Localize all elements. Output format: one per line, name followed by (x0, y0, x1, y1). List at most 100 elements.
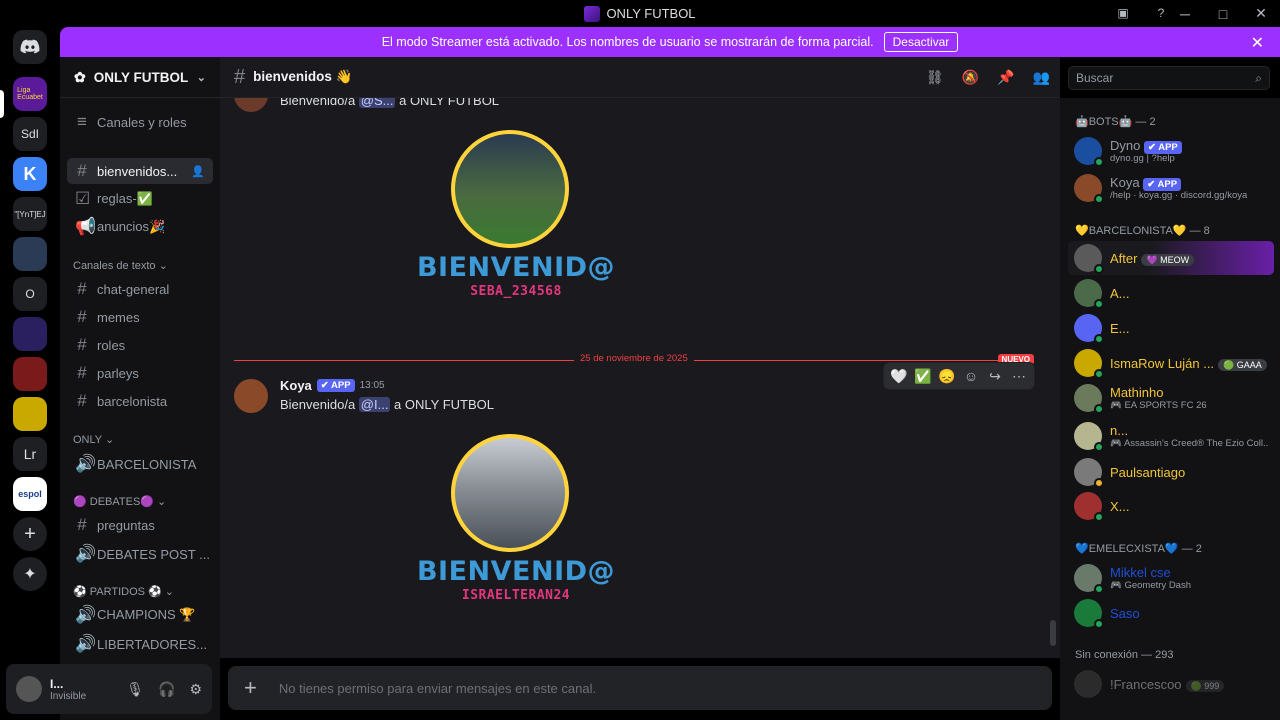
channel-title: bienvenidos 👋 (253, 69, 353, 84)
avatar[interactable] (234, 98, 268, 112)
streamer-mode-banner: El modo Streamer está activado. Los nomb… (60, 27, 1280, 57)
member-list: 🤖BOTS🤖 — 2 Dyno ✔ APP dyno.gg | ?help Koy… (1060, 98, 1280, 720)
member-mathinho[interactable]: Mathinho 🎮 EA SPORTS FC 26 (1068, 381, 1274, 415)
member-ismarow[interactable]: IsmaRow Luján ... 🟢 GAAA (1068, 346, 1274, 380)
hash-icon: # (234, 65, 246, 88)
server-sdi[interactable]: SdI (13, 117, 47, 151)
member-x[interactable]: X... (1068, 489, 1274, 523)
search-input[interactable]: Buscar ⌕ (1068, 66, 1270, 90)
avatar[interactable] (16, 676, 42, 702)
rules-icon: ☑ (75, 189, 91, 208)
sad-reaction-icon[interactable]: 😞 (938, 368, 956, 385)
message-list[interactable]: Bienvenido/a @S... a ONLY FUTBOL BIENVEN… (220, 98, 1060, 658)
search-placeholder: Buscar (1076, 71, 1114, 85)
member-n[interactable]: n... 🎮 Assassin's Creed® The Ezio Coll... (1068, 419, 1274, 453)
voice-channel-champions[interactable]: 🔊 CHAMPIONS 🏆 (67, 602, 213, 628)
window-title-text: ONLY FUTBOL (606, 6, 696, 21)
forward-icon[interactable]: ↪ (986, 368, 1004, 385)
server-avatar-2[interactable] (13, 317, 47, 351)
disable-streamer-button[interactable]: Desactivar (883, 32, 959, 52)
avatar[interactable] (234, 379, 268, 413)
more-icon[interactable]: ⋯ (1010, 368, 1028, 385)
list-icon: ≡ (77, 112, 87, 131)
channel-anuncios[interactable]: 📢 anuncios🎉 (67, 214, 213, 240)
channel-roles[interactable]: # roles (67, 332, 213, 358)
server-ynt[interactable]: "[YnT]EJ (13, 197, 47, 231)
streamer-mode-text: El modo Streamer está activado. Los nomb… (381, 35, 874, 49)
server-avatar-3[interactable] (13, 357, 47, 391)
server-k-icon[interactable]: K (13, 157, 47, 191)
welcome-image[interactable]: BIENVENID@ SEBA_234568 (406, 130, 626, 310)
gear-icon[interactable]: ⚙ (189, 681, 202, 698)
close-icon[interactable]: ✕ (1251, 33, 1264, 53)
member-dyno[interactable]: Dyno ✔ APP dyno.gg | ?help (1068, 134, 1274, 168)
add-server-icon[interactable]: + (13, 517, 47, 551)
avatar (1074, 244, 1104, 274)
explore-compass-icon[interactable]: ✦ (13, 557, 47, 591)
server-avatar-4[interactable] (13, 397, 47, 431)
composer-placeholder: No tienes permiso para enviar mensajes e… (278, 680, 597, 696)
server-lr[interactable]: Lr (13, 437, 47, 471)
add-reaction-icon[interactable]: ☺ (962, 368, 980, 384)
guild-header[interactable]: ✿ ONLY FUTBOL ⌄ (60, 57, 220, 98)
close-window-button[interactable]: ✕ (1242, 5, 1280, 22)
channel-chat-general[interactable]: # chat-general (67, 276, 213, 302)
channel-parleys[interactable]: # parleys (67, 360, 213, 386)
category-only[interactable]: ONLY ⌄ (73, 433, 114, 446)
member-mikkel[interactable]: Mikkel cse 🎮 Geometry Dash (1068, 561, 1274, 595)
plus-icon[interactable]: + (244, 675, 257, 701)
user-mention[interactable]: @I... (358, 397, 391, 412)
server-liga-ecuabet[interactable]: Liga Ecuabet (13, 77, 47, 111)
member-after[interactable]: After 💜 MEOW (1068, 241, 1274, 275)
avatar (1074, 384, 1104, 414)
member-koya[interactable]: Koya ✔ APP/help · koya.gg · discord.gg/k… (1068, 171, 1274, 205)
voice-channel-debates-post[interactable]: 🔊 DEBATES POST ... (67, 541, 213, 567)
user-name: I... (50, 676, 64, 691)
channel-barcelonista[interactable]: # barcelonista (67, 388, 213, 414)
server-avatar-1[interactable] (13, 237, 47, 271)
avatar (1074, 564, 1104, 594)
online-status (1094, 299, 1104, 309)
member-list-icon[interactable]: 👥 (1033, 69, 1050, 86)
message-composer[interactable]: + No tienes permiso para enviar mensajes… (228, 666, 1052, 710)
discord-home-icon[interactable] (13, 30, 47, 64)
window-titlebar: ONLY FUTBOL ▣ ? ─ □ ✕ (0, 0, 1280, 27)
user-mention[interactable]: @S... (358, 98, 396, 108)
maximize-button[interactable]: □ (1204, 6, 1242, 22)
server-espol[interactable]: espol (13, 477, 47, 511)
pin-icon[interactable]: 📌 (997, 69, 1014, 86)
inbox-icon[interactable]: ▣ (1114, 4, 1132, 22)
check-reaction-icon[interactable]: ✅ (914, 368, 932, 385)
member-saso[interactable]: Saso (1068, 596, 1274, 630)
voice-channel-barcelonista[interactable]: 🔊 BARCELONISTA (67, 451, 213, 477)
author-name[interactable]: Koya (280, 378, 312, 393)
minimize-button[interactable]: ─ (1166, 6, 1204, 22)
online-status (1094, 442, 1104, 452)
notifications-muted-icon[interactable]: 🔕 (962, 69, 979, 86)
welcome-title: BIENVENID@ (416, 252, 616, 283)
welcome-image[interactable]: BIENVENID@ ISRAELTERAN24 (406, 434, 626, 614)
member-paulsantiago[interactable]: Paulsantiago (1068, 455, 1274, 489)
heart-reaction-icon[interactable]: 🤍 (890, 368, 908, 385)
category-partidos[interactable]: ⚽ PARTIDOS ⚽ ⌄ (73, 585, 174, 598)
member-a[interactable]: A... (1068, 276, 1274, 310)
scrollbar[interactable] (1050, 620, 1056, 646)
category-text-channels[interactable]: Canales de texto ⌄ (73, 259, 168, 272)
avatar (1074, 174, 1104, 204)
headphones-icon[interactable]: 🎧 (158, 681, 175, 698)
member-francescoo[interactable]: !Francescoo 🟢 999 (1068, 667, 1274, 701)
add-member-icon[interactable]: 👤 (191, 165, 205, 178)
server-o[interactable]: O (13, 277, 47, 311)
channel-memes[interactable]: # memes (67, 304, 213, 330)
channel-bienvenidos[interactable]: # bienvenidos... 👤 (67, 158, 213, 184)
threads-icon[interactable]: ⛓ (926, 69, 944, 86)
voice-channel-libertadores[interactable]: 🔊 LIBERTADORES... (67, 631, 213, 657)
channels-roles-item[interactable]: ≡ Canales y roles (67, 109, 213, 135)
category-debates[interactable]: 🟣 DEBATES🟣 ⌄ (73, 495, 166, 508)
member-e[interactable]: E... (1068, 311, 1274, 345)
microphone-icon[interactable]: 🎙 (126, 681, 144, 698)
user-panel: I... Invisible 🎙 🎧 ⚙ (6, 664, 212, 714)
channel-reglas[interactable]: ☑ reglas-✅ (67, 186, 213, 212)
channel-preguntas[interactable]: # preguntas (67, 512, 213, 538)
speaker-icon: 🔊 (75, 634, 97, 653)
